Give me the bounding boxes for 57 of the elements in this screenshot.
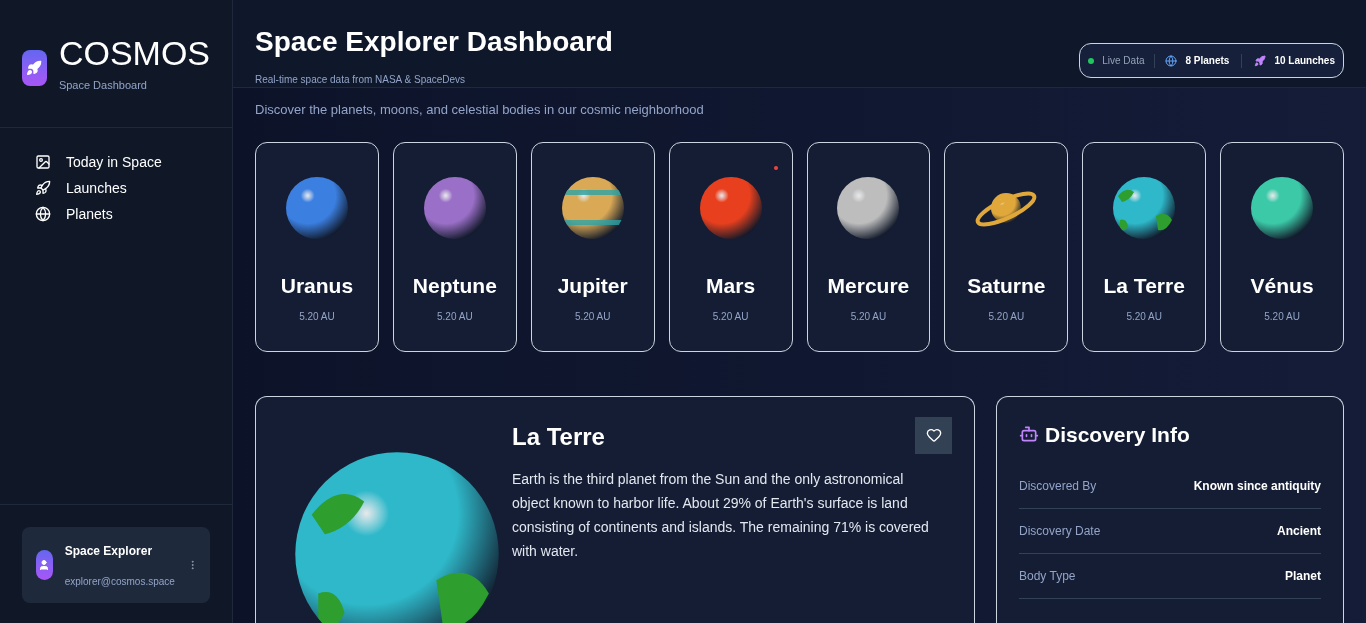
globe-icon [1165,54,1178,67]
planet-distance: 5.20 AU [574,310,611,324]
nav-link[interactable]: Today in Space [35,152,197,172]
rocket-icon [35,180,51,196]
section-subtitle: Discover the planets, moons, and celestial bodies in our cosmic neighborhood [255,101,705,119]
planet-card[interactable]: Saturne 5.20 AU [944,141,1069,352]
planet-name: Uranus [280,272,354,299]
image-icon [35,154,51,170]
detail-title: La Terre [512,421,605,452]
planet-name: Vénus [1250,272,1314,299]
planets-count: 8 Planets [1185,54,1230,68]
info-value: Ancient [1277,523,1321,540]
info-label: Body Type [1019,568,1076,585]
launches-count: 10 Launches [1274,54,1335,68]
user-email: explorer@cosmos.space [64,574,175,589]
favorite-button[interactable] [915,416,952,454]
planet-distance: 5.20 AU [299,310,335,324]
planet-distance: 5.20 AU [988,310,1025,324]
planet-distance: 5.20 AU [712,310,749,324]
page-title: Space Explorer Dashboard [255,26,613,58]
planet-card[interactable]: Neptune 5.20 AU [392,141,517,352]
info-label: Discovery Date [1019,523,1101,540]
rocket-icon [1254,54,1267,67]
brand-name: COSMOS [58,33,210,74]
user-card[interactable]: Space Explorer explorer@cosmos.space [22,527,210,603]
nav-link[interactable]: Planets [35,204,197,224]
planet-distance: 5.20 AU [437,310,473,324]
rocket-icon [26,59,43,76]
planet-name: Neptune [412,272,497,299]
heart-icon [925,427,942,443]
detail-description: Earth is the third planet from the Sun and the only astronomical object known to harbor life. About 29% of Earth's surface is land consisting of continents and islands. The remaining 71% is covered with water. [512,469,930,561]
globe-icon [35,206,51,222]
info-value: Known since antiquity [1193,478,1321,495]
planet-name: Mercure [827,272,910,299]
planet-card[interactable]: Mercure 5.20 AU [806,141,931,352]
planet-name: Saturne [967,272,1046,299]
live-label: Live Data [1102,54,1145,68]
brand-subtitle: Space Dashboard [58,78,148,94]
planet-distance: 5.20 AU [1264,310,1300,324]
planet-card[interactable]: Jupiter 5.20 AU [530,141,655,352]
planet-distance: 5.20 AU [1126,310,1162,324]
planet-card[interactable]: Mars 5.20 AU [668,141,793,352]
discovery-title: Discovery Info [1045,421,1190,448]
page-subtitle: Real-time space data from NASA & SpaceDevs [255,73,467,87]
info-label: Discovered By [1019,478,1097,495]
user-name: Space Explorer [64,542,154,560]
info-value: Planet [1285,568,1321,585]
robot-icon [1019,424,1039,445]
planet-card[interactable]: Vénus 5.20 AU [1220,141,1344,352]
planet-card[interactable]: Uranus 5.20 AU [255,141,379,352]
planet-distance: 5.20 AU [850,310,887,324]
planet-name: Mars [706,272,756,299]
nav-link[interactable]: Launches [35,178,197,198]
avatar [36,550,53,580]
planet-name: La Terre [1103,272,1185,299]
planet-card[interactable]: La Terre 5.20 AU [1082,141,1207,352]
planet-name: Jupiter [557,272,628,299]
